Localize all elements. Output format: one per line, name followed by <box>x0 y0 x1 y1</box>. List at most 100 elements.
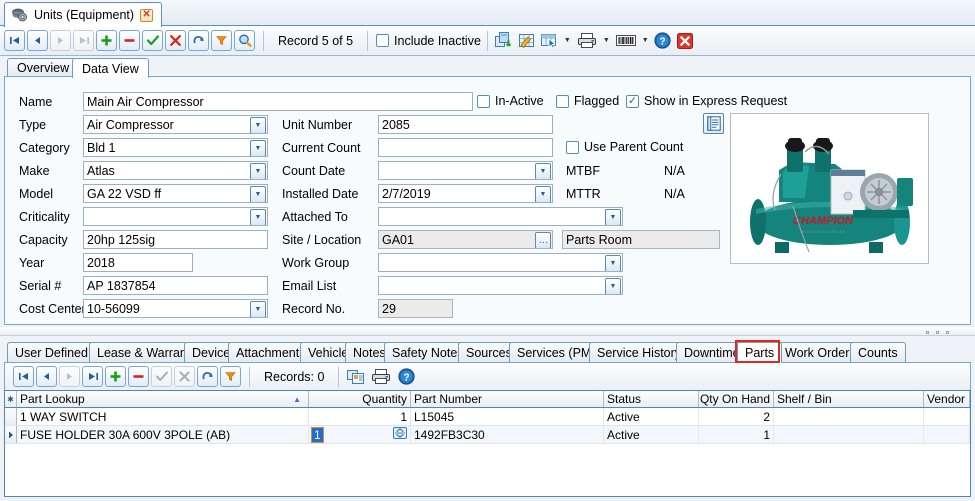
count-date-combo[interactable]: ▼ <box>378 161 553 180</box>
document-tab-units-equipment[interactable]: Units (Equipment) ✕ <box>4 2 163 27</box>
save-record-button[interactable] <box>142 30 163 51</box>
grid-add-button[interactable] <box>105 366 126 387</box>
select-columns-icon[interactable] <box>540 30 561 51</box>
column-header-qty-on-hand[interactable]: Qty On Hand <box>699 391 774 407</box>
cell-vendor[interactable] <box>924 426 970 443</box>
cell-part-number[interactable]: L15045 <box>411 408 604 425</box>
cell-quantity[interactable]: 1 <box>309 408 411 425</box>
edit-grid-icon[interactable] <box>517 30 538 51</box>
tab-data-view[interactable]: Data View <box>72 58 149 78</box>
chevron-down-icon-cost-center[interactable]: ▼ <box>250 301 266 317</box>
column-header-status[interactable]: Status <box>604 391 699 407</box>
serial-field[interactable]: AP 1837854 <box>83 276 268 295</box>
cost-center-combo[interactable]: 10-56099 ▼ <box>83 299 268 318</box>
cell-part-number[interactable]: 1492FB3C30 <box>411 426 604 443</box>
chevron-down-icon-model[interactable]: ▼ <box>250 186 266 202</box>
chevron-down-icon-type[interactable]: ▼ <box>250 117 266 133</box>
cell-quantity-editing[interactable]: 1 <box>309 426 411 443</box>
export-grid-icon[interactable] <box>345 366 366 387</box>
cell-qty-on-hand[interactable]: 1 <box>699 426 774 443</box>
chevron-down-icon[interactable]: ▼ <box>564 37 571 44</box>
cell-qty-on-hand[interactable]: 2 <box>699 408 774 425</box>
close-icon[interactable]: ✕ <box>140 8 154 22</box>
tab-user-defined[interactable]: User Defined <box>7 342 96 362</box>
category-combo[interactable]: Bld 1 ▼ <box>83 138 268 157</box>
table-row[interactable]: FUSE HOLDER 30A 600V 3POLE (AB) 1 1492FB… <box>5 426 970 444</box>
print-icon[interactable] <box>574 30 600 51</box>
grid-previous-button[interactable] <box>36 366 57 387</box>
flagged-box[interactable]: ✓ <box>556 94 569 108</box>
installed-date-combo[interactable]: 2/7/2019 ▼ <box>378 184 553 203</box>
flagged-checkbox[interactable]: ✓ Flagged <box>556 94 619 108</box>
grid-filter-button[interactable] <box>220 366 241 387</box>
use-parent-count-box[interactable]: ✓ <box>566 140 579 154</box>
column-header-part-number[interactable]: Part Number <box>411 391 604 407</box>
chevron-down-icon-make[interactable]: ▼ <box>250 163 266 179</box>
table-row[interactable]: 1 WAY SWITCH 1 L15045 Active 2 <box>5 408 970 426</box>
print-grid-icon[interactable] <box>368 366 394 387</box>
current-count-field[interactable] <box>378 138 553 157</box>
show-express-request-box[interactable]: ✓ <box>626 94 639 108</box>
help-icon[interactable]: ? <box>652 30 673 51</box>
copy-record-icon[interactable] <box>494 30 515 51</box>
grid-refresh-button[interactable] <box>197 366 218 387</box>
cell-shelf-bin[interactable] <box>774 408 924 425</box>
inactive-box[interactable]: ✓ <box>477 94 490 108</box>
tab-counts[interactable]: Counts <box>850 342 906 362</box>
barcode-icon[interactable] <box>613 30 639 51</box>
tab-service-history[interactable]: Service History <box>589 342 690 362</box>
grid-cancel-button[interactable] <box>174 366 195 387</box>
column-header-part-lookup[interactable]: Part Lookup ▲ <box>17 391 309 407</box>
year-field[interactable]: 2018 <box>83 253 193 272</box>
cell-value-quantity[interactable]: 1 <box>311 426 324 443</box>
cell-part-lookup[interactable]: FUSE HOLDER 30A 600V 3POLE (AB) <box>17 426 309 443</box>
chevron-down-icon-print[interactable]: ▼ <box>603 37 610 44</box>
next-record-button[interactable] <box>50 30 71 51</box>
chevron-down-icon-attached-to[interactable]: ▼ <box>605 209 621 225</box>
capacity-field[interactable]: 20hp 125sig <box>83 230 268 249</box>
cell-part-lookup[interactable]: 1 WAY SWITCH <box>17 408 309 425</box>
tab-overview[interactable]: Overview <box>7 58 80 77</box>
new-row-indicator[interactable]: ✱ <box>5 391 17 407</box>
chevron-down-icon-criticality[interactable]: ▼ <box>250 209 266 225</box>
delete-record-button[interactable] <box>119 30 140 51</box>
grid-next-button[interactable] <box>59 366 80 387</box>
chevron-down-icon-count-date[interactable]: ▼ <box>535 163 551 179</box>
filter-button[interactable] <box>211 30 232 51</box>
inactive-checkbox[interactable]: ✓ In-Active <box>477 94 544 108</box>
chevron-down-icon-barcode[interactable]: ▼ <box>642 37 649 44</box>
close-window-icon[interactable] <box>675 30 696 51</box>
notes-icon[interactable] <box>703 113 724 134</box>
name-field[interactable]: Main Air Compressor <box>83 92 473 111</box>
chevron-down-icon-installed-date[interactable]: ▼ <box>535 186 551 202</box>
type-combo[interactable]: Air Compressor ▼ <box>83 115 268 134</box>
site-location-lookup-button[interactable]: … <box>535 232 551 248</box>
cell-status[interactable]: Active <box>604 426 699 443</box>
site-location-field[interactable]: GA01 … <box>378 230 553 249</box>
attached-to-combo[interactable]: ▼ <box>378 207 623 226</box>
column-header-shelf-bin[interactable]: Shelf / Bin <box>774 391 924 407</box>
refresh-button[interactable] <box>188 30 209 51</box>
grid-help-icon[interactable]: ? <box>396 366 417 387</box>
cell-status[interactable]: Active <box>604 408 699 425</box>
tab-parts[interactable]: Parts <box>737 342 783 363</box>
grid-delete-button[interactable] <box>128 366 149 387</box>
use-parent-count-checkbox[interactable]: ✓ Use Parent Count <box>566 140 683 154</box>
grid-last-button[interactable] <box>82 366 103 387</box>
chevron-down-icon-email-list[interactable]: ▼ <box>605 278 621 294</box>
chevron-down-icon-work-group[interactable]: ▼ <box>605 255 621 271</box>
make-combo[interactable]: Atlas ▼ <box>83 161 268 180</box>
cell-vendor[interactable] <box>924 408 970 425</box>
grid-save-button[interactable] <box>151 366 172 387</box>
quantity-spinner-icon[interactable] <box>393 427 407 442</box>
search-button[interactable] <box>234 30 255 51</box>
work-group-combo[interactable]: ▼ <box>378 253 623 272</box>
unit-number-field[interactable]: 2085 <box>378 115 553 134</box>
cell-shelf-bin[interactable] <box>774 426 924 443</box>
unit-photo[interactable]: CHAMPION INDUSTRIAL SERIES <box>730 113 929 264</box>
panel-splitter[interactable] <box>0 327 975 336</box>
include-inactive-box[interactable]: ✓ <box>376 34 390 47</box>
column-header-vendor[interactable]: Vendor <box>924 391 970 407</box>
previous-record-button[interactable] <box>27 30 48 51</box>
grid-first-button[interactable] <box>13 366 34 387</box>
